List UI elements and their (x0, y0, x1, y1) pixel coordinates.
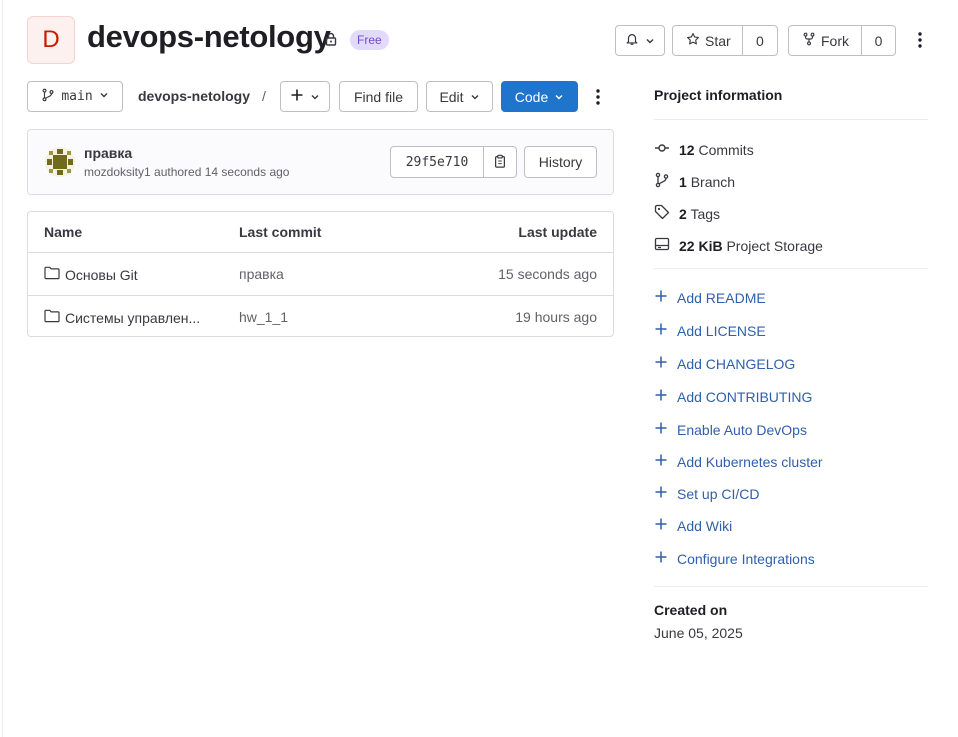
more-actions-icon[interactable] (910, 28, 930, 52)
file-last-update: 19 hours ago (515, 309, 597, 325)
file-last-commit[interactable]: правка (239, 266, 284, 282)
tag-icon (654, 204, 670, 223)
stat-branches[interactable]: 1 Branch (654, 172, 735, 191)
breadcrumb[interactable]: devops-netology (138, 88, 250, 104)
enable-auto-devops-link[interactable]: Enable Auto DevOps (654, 421, 807, 438)
column-header-name: Name (44, 224, 83, 240)
add-new-button[interactable] (280, 81, 330, 112)
plus-icon (654, 421, 668, 438)
file-name[interactable]: Основы Git (44, 266, 138, 283)
page-left-border (2, 0, 3, 737)
file-name[interactable]: Системы управлен... (44, 309, 200, 326)
table-row[interactable]: Основы Git правка 15 seconds ago (28, 253, 613, 295)
file-last-commit[interactable]: hw_1_1 (239, 309, 288, 325)
table-header: Name Last commit Last update (28, 212, 613, 253)
plan-badge: Free (350, 30, 389, 50)
project-avatar[interactable]: D (27, 16, 75, 64)
plus-icon (654, 289, 668, 306)
set-up-ci-cd-link[interactable]: Set up CI/CD (654, 485, 759, 502)
history-button[interactable]: History (524, 146, 597, 178)
stat-tags[interactable]: 2 Tags (654, 204, 720, 223)
folder-icon (44, 266, 60, 283)
copy-sha-button[interactable] (484, 147, 516, 177)
table-row[interactable]: Системы управлен... hw_1_1 19 hours ago (28, 295, 613, 336)
project-title[interactable]: devops-netology (87, 19, 331, 55)
edit-button[interactable]: Edit (426, 81, 493, 112)
chevron-down-icon (645, 33, 655, 49)
created-on-label: Created on (654, 602, 728, 618)
star-button[interactable]: Star 0 (672, 25, 778, 56)
commit-meta: mozdoksity1 authored 14 seconds ago (84, 165, 290, 179)
plus-icon (654, 355, 668, 372)
add-contributing-link[interactable]: Add CONTRIBUTING (654, 388, 812, 405)
fork-label: Fork (821, 32, 849, 49)
clipboard-icon (493, 154, 507, 171)
branch-selector[interactable]: main (27, 81, 123, 112)
commit-title[interactable]: правка (84, 145, 132, 161)
plus-icon (654, 453, 668, 470)
branch-icon (654, 172, 670, 191)
plus-icon (290, 88, 304, 105)
more-options-icon[interactable] (588, 85, 608, 109)
divider (654, 268, 928, 269)
add-changelog-link[interactable]: Add CHANGELOG (654, 355, 795, 372)
folder-icon (44, 309, 60, 326)
configure-integrations-link[interactable]: Configure Integrations (654, 550, 815, 567)
chevron-down-icon (470, 89, 480, 105)
column-header-last-commit: Last commit (239, 224, 322, 240)
branch-icon (41, 88, 55, 106)
bell-icon (625, 32, 639, 49)
star-count[interactable]: 0 (741, 26, 777, 55)
file-last-update: 15 seconds ago (498, 266, 597, 282)
add-readme-link[interactable]: Add README (654, 289, 766, 306)
stat-commits[interactable]: 12 Commits (654, 140, 754, 159)
last-commit-panel: правка mozdoksity1 authored 14 seconds a… (27, 129, 614, 195)
storage-icon (654, 236, 670, 255)
column-header-last-update: Last update (518, 224, 597, 240)
plus-icon (654, 485, 668, 502)
fork-icon (802, 32, 816, 49)
edit-label: Edit (439, 88, 464, 105)
add-license-link[interactable]: Add LICENSE (654, 322, 766, 339)
divider (654, 586, 928, 587)
commit-sha[interactable]: 29f5e710 (391, 147, 484, 177)
add-wiki-link[interactable]: Add Wiki (654, 517, 732, 534)
code-label: Code (514, 88, 549, 105)
commit-icon (654, 140, 670, 159)
breadcrumb-separator: / (262, 88, 266, 104)
chevron-down-icon (310, 89, 320, 105)
stat-storage[interactable]: 22 KiB Project Storage (654, 236, 823, 255)
plus-icon (654, 550, 668, 567)
project-information-title: Project information (654, 87, 783, 103)
notification-button[interactable] (615, 25, 665, 56)
file-table: Name Last commit Last update Основы Git … (27, 211, 614, 337)
branch-name: main (61, 89, 93, 104)
star-icon (686, 32, 700, 49)
commit-sha-group: 29f5e710 (390, 146, 517, 178)
divider (654, 119, 928, 120)
fork-count[interactable]: 0 (861, 26, 895, 55)
add-kubernetes-cluster-link[interactable]: Add Kubernetes cluster (654, 453, 823, 470)
chevron-down-icon (99, 89, 109, 104)
star-label: Star (705, 32, 731, 49)
lock-icon (323, 31, 339, 47)
plus-icon (654, 322, 668, 339)
code-button[interactable]: Code (501, 81, 578, 112)
author-avatar[interactable] (44, 146, 76, 178)
created-on-date: June 05, 2025 (654, 625, 743, 641)
plus-icon (654, 517, 668, 534)
fork-button[interactable]: Fork 0 (788, 25, 896, 56)
find-file-button[interactable]: Find file (339, 81, 418, 112)
plus-icon (654, 388, 668, 405)
chevron-down-icon (554, 89, 564, 105)
